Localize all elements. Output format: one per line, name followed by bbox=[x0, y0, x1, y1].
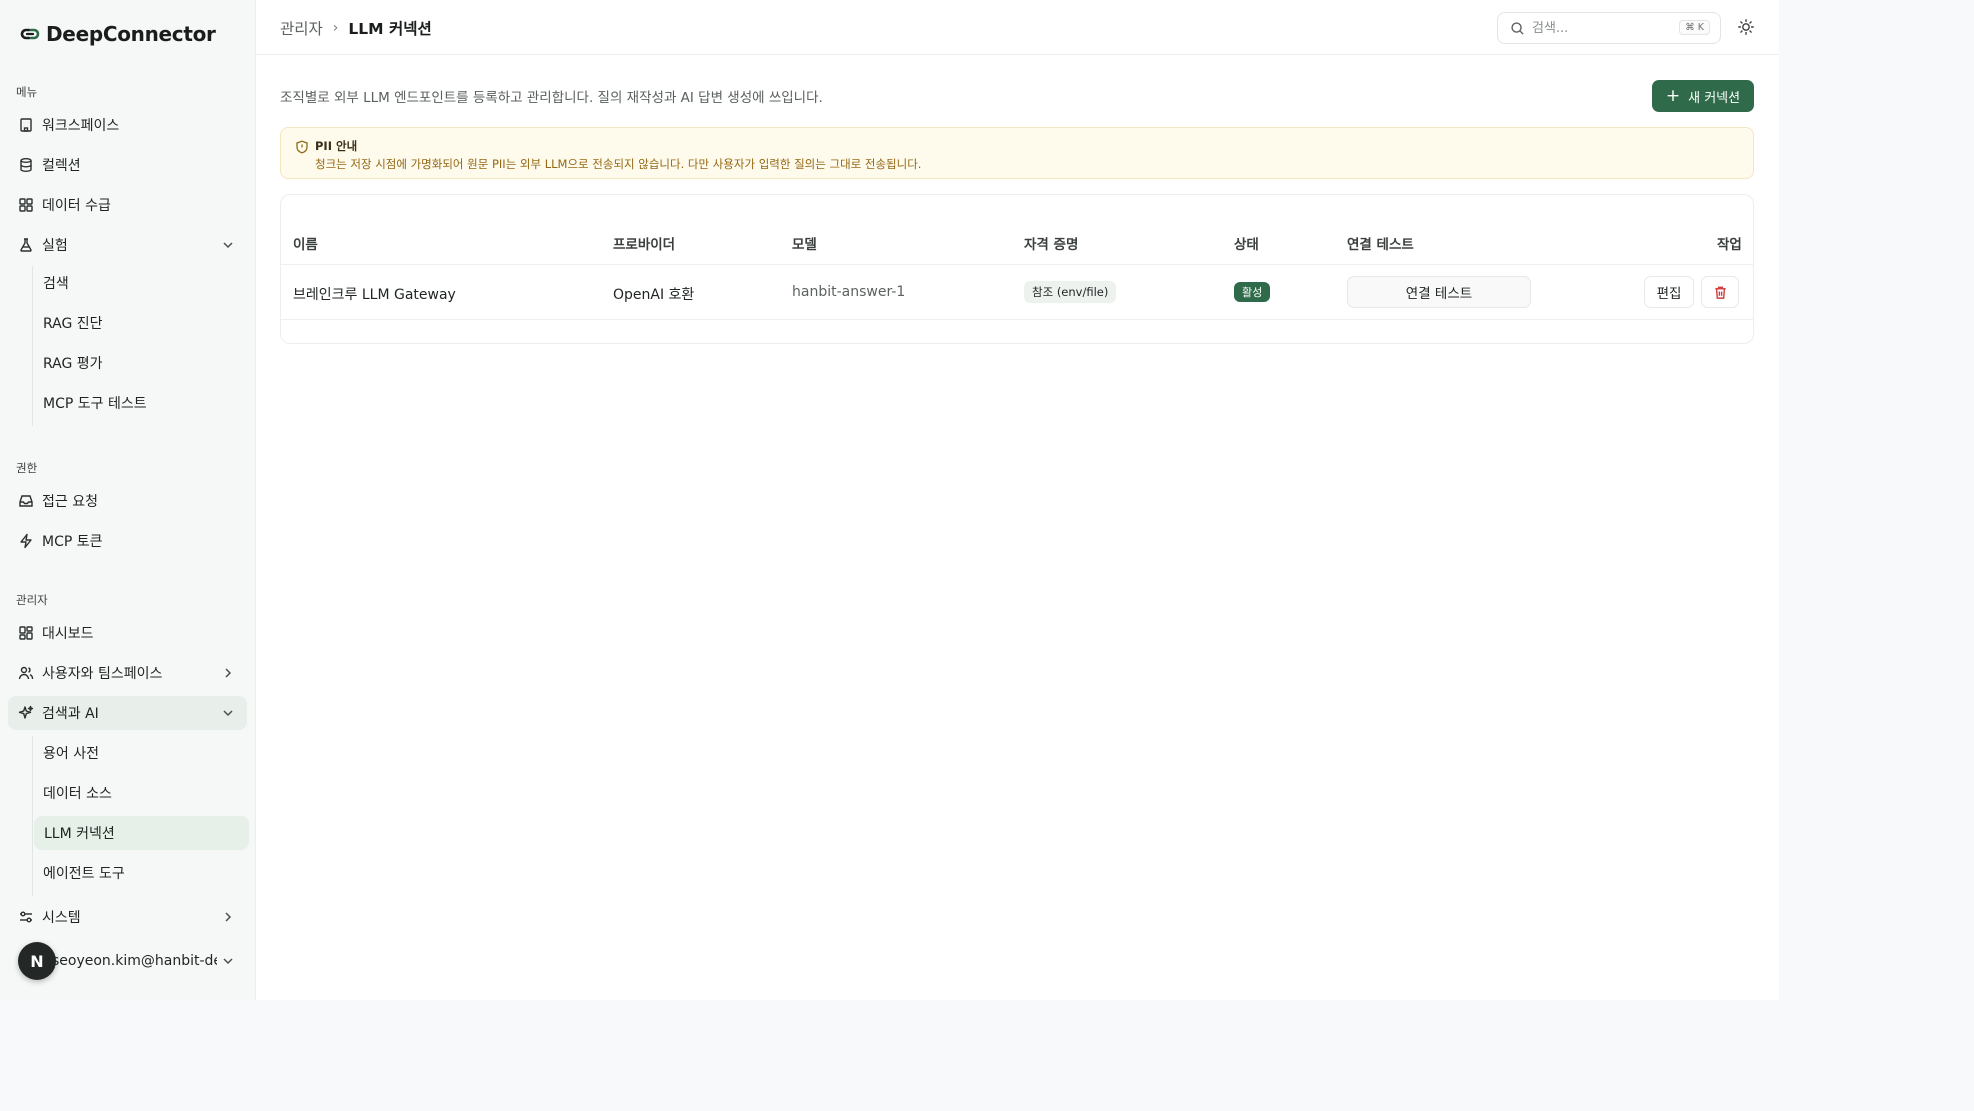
search-icon bbox=[1510, 21, 1525, 36]
sidebar-item-system[interactable]: 시스템 bbox=[8, 900, 247, 934]
column-header-status: 상태 bbox=[1234, 237, 1259, 253]
shield-icon bbox=[295, 140, 309, 154]
sidebar-item-label: MCP 토큰 bbox=[42, 534, 103, 550]
breadcrumb-separator: › bbox=[332, 20, 339, 36]
column-header-actions: 작업 bbox=[1717, 237, 1742, 253]
sidebar-item-label: 사용자와 팀스페이스 bbox=[42, 666, 163, 682]
cell-provider: OpenAI 호환 bbox=[613, 287, 695, 303]
sidebar-item-collection[interactable]: 컬렉션 bbox=[8, 148, 247, 182]
search-input[interactable] bbox=[1532, 20, 1672, 36]
sidebar-item-access-request[interactable]: 접근 요청 bbox=[8, 484, 247, 518]
breadcrumb-admin[interactable]: 관리자 bbox=[280, 17, 323, 39]
page-title: LLM 커넥션 bbox=[348, 20, 432, 38]
lightning-icon bbox=[18, 533, 34, 549]
notice-title: PII 안내 bbox=[315, 139, 358, 153]
sun-icon[interactable] bbox=[1737, 18, 1755, 36]
breadcrumb: 관리자 › LLM 커넥션 bbox=[280, 17, 432, 39]
row-divider bbox=[281, 319, 1753, 320]
cell-name: 브레인크루 LLM Gateway bbox=[293, 287, 456, 303]
connection-test-button[interactable]: 연결 테스트 bbox=[1347, 276, 1531, 308]
column-header-model: 모델 bbox=[792, 237, 817, 253]
sidebar-item-search-ai[interactable]: 검색과 AI bbox=[8, 696, 247, 730]
sidebar-item-label: 대시보드 bbox=[42, 626, 94, 642]
brand-name: DeepConnector bbox=[46, 22, 216, 46]
sidebar-item-label: 시스템 bbox=[42, 910, 81, 926]
chevron-down-icon bbox=[221, 706, 235, 720]
page-description: 조직별로 외부 LLM 엔드포인트를 등록하고 관리합니다. 질의 재작성과 A… bbox=[280, 90, 823, 106]
sidebar-item-label: 워크스페이스 bbox=[42, 118, 120, 134]
user-menu[interactable]: N seoyeon.kim@hanbit-de... bbox=[18, 942, 244, 980]
sparkles-icon bbox=[18, 705, 34, 721]
sidebar-item-workspace[interactable]: 워크스페이스 bbox=[8, 108, 247, 142]
user-email: seoyeon.kim@hanbit-de... bbox=[52, 953, 217, 969]
dashboard-icon bbox=[18, 625, 34, 641]
sidebar-item-mcp-test[interactable]: MCP 도구 테스트 bbox=[33, 386, 248, 420]
column-header-connection-test: 연결 테스트 bbox=[1347, 237, 1414, 253]
inbox-icon bbox=[18, 493, 34, 509]
pii-notice: PII 안내 청크는 저장 시점에 가명화되어 원문 PII는 외부 LLM으로… bbox=[280, 127, 1754, 179]
sidebar-item-label: 실험 bbox=[42, 238, 68, 254]
sidebar-item-glossary[interactable]: 용어 사전 bbox=[33, 736, 248, 770]
building-icon bbox=[18, 117, 34, 133]
brand-logo-icon bbox=[20, 24, 40, 44]
sliders-icon bbox=[18, 909, 34, 925]
sidebar-item-ingestion[interactable]: 데이터 수급 bbox=[8, 188, 247, 222]
row-divider bbox=[281, 264, 1753, 265]
users-icon bbox=[18, 665, 34, 681]
sidebar-item-label: 접근 요청 bbox=[42, 494, 98, 510]
app-window: DeepConnector 메뉴 워크스페이스 컬렉션 데이터 수급 실험 검색… bbox=[0, 0, 1779, 1000]
sidebar-item-mcp-token[interactable]: MCP 토큰 bbox=[8, 524, 247, 558]
notice-body: 청크는 저장 시점에 가명화되어 원문 PII는 외부 LLM으로 전송되지 않… bbox=[315, 157, 922, 171]
sidebar-item-label: 데이터 수급 bbox=[42, 198, 111, 214]
search-shortcut: ⌘ K bbox=[1679, 20, 1710, 35]
credential-badge: 참조 (env/file) bbox=[1024, 281, 1117, 303]
new-connection-label: 새 커넥션 bbox=[1688, 90, 1741, 106]
sidebar-item-dashboard[interactable]: 대시보드 bbox=[8, 616, 247, 650]
brand[interactable]: DeepConnector bbox=[20, 22, 216, 46]
top-bar: 관리자 › LLM 커넥션 ⌘ K bbox=[256, 0, 1779, 55]
new-connection-button[interactable]: + 새 커넥션 bbox=[1652, 80, 1754, 112]
sidebar: DeepConnector 메뉴 워크스페이스 컬렉션 데이터 수급 실험 검색… bbox=[0, 0, 256, 1000]
chevron-down-icon bbox=[221, 238, 235, 252]
sidebar-item-users-teams[interactable]: 사용자와 팀스페이스 bbox=[8, 656, 247, 690]
column-header-provider: 프로바이더 bbox=[613, 237, 676, 253]
sidebar-item-rag-diagnosis[interactable]: RAG 진단 bbox=[33, 306, 248, 340]
main-content: 관리자 › LLM 커넥션 ⌘ K 조직별로 외부 LLM 엔드포인트를 등록하… bbox=[256, 0, 1779, 1000]
llm-connections-table: 이름 프로바이더 모델 자격 증명 상태 연결 테스트 작업 브레인크루 LLM… bbox=[280, 194, 1754, 344]
section-label-menu: 메뉴 bbox=[16, 85, 38, 99]
section-label-admin: 관리자 bbox=[16, 593, 48, 607]
sidebar-item-llm-connection[interactable]: LLM 커넥션 bbox=[34, 816, 249, 850]
edit-button[interactable]: 편집 bbox=[1644, 276, 1694, 308]
plus-icon: + bbox=[1665, 85, 1681, 106]
database-icon bbox=[18, 157, 34, 173]
flask-icon bbox=[18, 237, 34, 253]
search-box[interactable]: ⌘ K bbox=[1497, 12, 1721, 44]
sidebar-item-agent-tools[interactable]: 에이전트 도구 bbox=[33, 856, 248, 890]
sidebar-item-experiment[interactable]: 실험 bbox=[8, 228, 247, 262]
grid-icon bbox=[18, 197, 34, 213]
section-label-permissions: 권한 bbox=[16, 461, 38, 475]
sidebar-item-data-source[interactable]: 데이터 소스 bbox=[33, 776, 248, 810]
chevron-down-icon bbox=[221, 954, 235, 968]
trash-icon bbox=[1713, 285, 1728, 300]
column-header-credential: 자격 증명 bbox=[1024, 237, 1079, 253]
cell-model: hanbit-answer-1 bbox=[792, 284, 906, 300]
column-header-name: 이름 bbox=[293, 237, 318, 253]
delete-button[interactable] bbox=[1701, 276, 1739, 308]
chevron-right-icon bbox=[221, 666, 235, 680]
sidebar-item-search[interactable]: 검색 bbox=[33, 266, 248, 300]
experiment-submenu: 검색 RAG 진단 RAG 평가 MCP 도구 테스트 bbox=[32, 266, 247, 426]
search-ai-submenu: 용어 사전 데이터 소스 LLM 커넥션 에이전트 도구 bbox=[32, 736, 249, 896]
sidebar-item-rag-eval[interactable]: RAG 평가 bbox=[33, 346, 248, 380]
sidebar-item-label: 컬렉션 bbox=[42, 158, 81, 174]
status-badge: 활성 bbox=[1234, 282, 1271, 302]
avatar[interactable]: N bbox=[18, 942, 56, 980]
chevron-right-icon bbox=[221, 910, 235, 924]
sidebar-item-label: 검색과 AI bbox=[42, 706, 99, 722]
